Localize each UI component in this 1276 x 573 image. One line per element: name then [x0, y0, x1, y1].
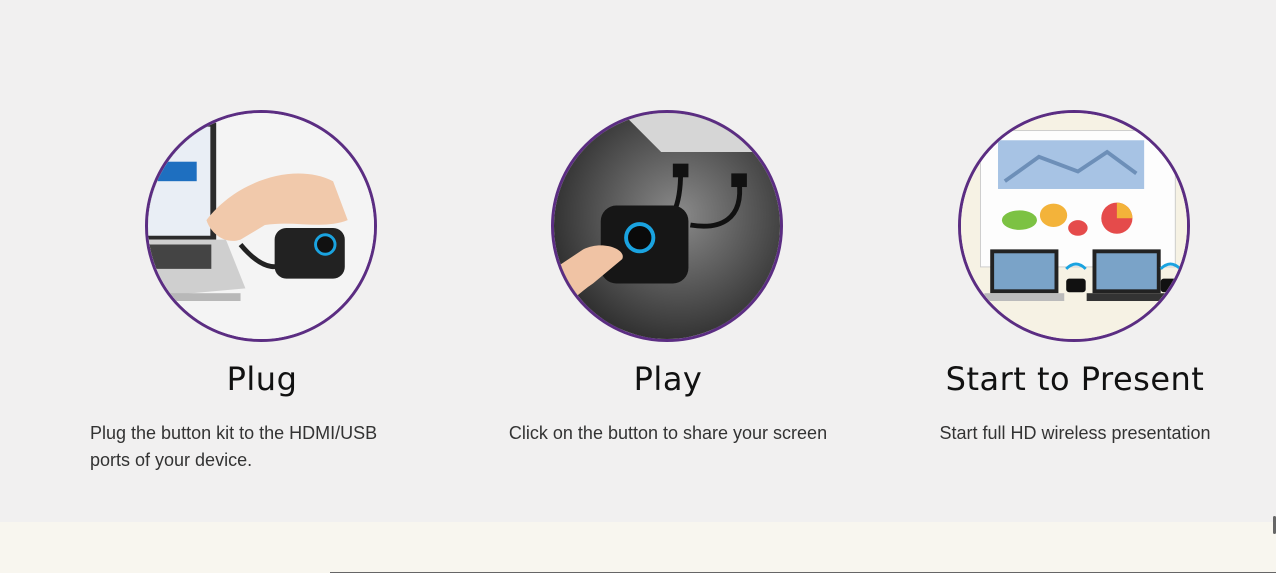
step-description: Click on the button to share your screen — [508, 423, 828, 443]
projection-screen-image — [961, 113, 1187, 339]
step-play: Play Click on the button to share your s… — [468, 110, 868, 510]
step-description: Start full HD wireless presentation — [939, 423, 1211, 443]
present-image — [958, 110, 1190, 342]
step-title: Plug — [226, 360, 298, 398]
step-description: Plug the button kit to the HDMI/USB port… — [90, 423, 378, 470]
step-title: Play — [633, 360, 703, 398]
footer-band — [0, 522, 1276, 573]
button-press-image — [554, 113, 780, 339]
step-present: Start to Present Start full HD wireless … — [875, 110, 1275, 510]
step-plug: Plug Plug the button kit to the HDMI/USB… — [62, 110, 462, 510]
play-image — [551, 110, 783, 342]
laptop-plug-in-image — [148, 113, 374, 339]
plug-image — [145, 110, 377, 342]
steps-section: Plug Plug the button kit to the HDMI/USB… — [0, 0, 1276, 522]
step-title: Start to Present — [945, 360, 1205, 398]
